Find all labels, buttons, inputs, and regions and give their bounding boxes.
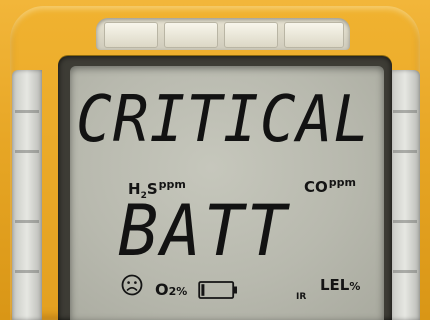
indicator-lens — [164, 22, 218, 48]
top-indicator-window — [96, 18, 350, 50]
indicator-lens — [104, 22, 158, 48]
battery-level-fill — [201, 284, 205, 296]
battery-icon — [198, 281, 237, 299]
grip-rib — [393, 150, 417, 153]
display-line-2: BATT — [118, 190, 290, 272]
grip-rib — [15, 270, 39, 273]
right-grip — [390, 70, 420, 320]
display-line-1: CRITICAL — [76, 83, 371, 157]
co-unit: ppm — [328, 176, 356, 189]
lel-label: LEL — [320, 276, 350, 294]
co-indicator: COppm — [304, 176, 356, 196]
o2-label: O — [155, 280, 169, 299]
device-housing: CRITICAL H2Sppm COppm BATT O2% IR LEL% — [0, 0, 430, 320]
lel-indicator: LEL% — [320, 276, 360, 294]
indicator-lens — [284, 22, 344, 48]
grip-rib — [15, 220, 39, 223]
o2-unit: % — [176, 285, 188, 298]
lcd-screen: CRITICAL H2Sppm COppm BATT O2% IR LEL% — [70, 66, 384, 320]
grip-rib — [393, 110, 417, 113]
grip-rib — [15, 110, 39, 113]
grip-rib — [393, 220, 417, 223]
grip-rib — [393, 270, 417, 273]
lel-unit: % — [349, 280, 361, 293]
ir-indicator: IR — [296, 292, 307, 302]
left-grip — [12, 70, 42, 320]
grip-rib — [15, 150, 39, 153]
co-label: CO — [304, 178, 328, 196]
sad-face-icon — [121, 274, 143, 296]
o2-indicator: O2% — [155, 280, 187, 299]
indicator-lens — [224, 22, 278, 48]
